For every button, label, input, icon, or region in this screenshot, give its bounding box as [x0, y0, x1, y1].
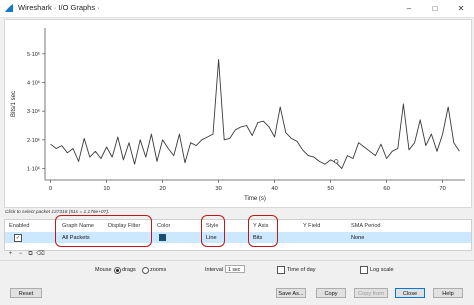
interval-select[interactable]: 1 sec	[225, 265, 245, 273]
y-axis-title: Bits/1 sec	[11, 91, 17, 117]
x-axis-title: Time (s)	[244, 196, 266, 202]
x-tick-label: 40	[271, 186, 277, 192]
drags-label[interactable]: drags	[122, 267, 136, 273]
minimize-icon[interactable]: –	[396, 0, 422, 17]
close-window-icon[interactable]: ✕	[448, 0, 474, 17]
time-of-day-label[interactable]: Time of day	[287, 267, 316, 273]
io-graphs-window: Wireshark · I/O Graphs · – □ ✕ 0 10 20 30 40…	[0, 0, 474, 305]
log-scale-checkbox[interactable]	[360, 266, 368, 274]
col-sma-period[interactable]: SMA Period	[351, 223, 381, 229]
x-tick-label: 60	[383, 186, 389, 192]
wireshark-fin-icon	[5, 4, 13, 12]
title-bar: Wireshark · I/O Graphs · – □ ✕	[0, 0, 474, 18]
mouse-label: Mouse	[95, 267, 112, 273]
add-graph-icon[interactable]: +	[6, 251, 15, 258]
col-enabled[interactable]: Enabled	[9, 223, 30, 229]
maximize-icon[interactable]: □	[422, 0, 448, 17]
col-color[interactable]: Color	[157, 223, 170, 229]
interval-label: Interval	[205, 267, 224, 273]
highlight-name-filter	[55, 215, 152, 247]
window-title: Wireshark · I/O Graphs ·	[18, 3, 100, 12]
time-of-day-checkbox[interactable]	[277, 266, 285, 274]
io-graph-plot[interactable]: 0 10 20 30 40 50 60 70 1·10⁶ 2·10⁶ 3·10⁶ 4·10⁶ 5·10⁶…	[4, 19, 472, 208]
separator	[0, 260, 474, 261]
color-swatch[interactable]	[159, 234, 166, 241]
close-button[interactable]: Close	[395, 288, 425, 298]
y-tick-label: 4·10⁶	[27, 80, 40, 86]
duplicate-graph-icon[interactable]: ⧉	[26, 251, 35, 258]
help-button[interactable]: Help	[433, 288, 463, 298]
zooms-label[interactable]: zooms	[150, 267, 166, 273]
selected-packet-marker	[334, 159, 339, 164]
x-tick-label: 70	[439, 186, 445, 192]
copy-from-button[interactable]: Copy from	[354, 288, 388, 298]
highlight-y-axis	[248, 215, 278, 247]
save-as-button[interactable]: Save As...	[276, 288, 306, 298]
graph-table: Enabled Graph Name Display Filter Color …	[4, 215, 472, 251]
graph-toolbar: + − ⧉ ⌫	[4, 250, 470, 259]
y-tick-label: 1·10⁶	[27, 167, 40, 173]
x-tick-label: 0	[49, 186, 52, 192]
copy-button[interactable]: Copy	[316, 288, 346, 298]
y-tick-label: 5·10⁶	[27, 52, 40, 58]
zooms-radio[interactable]	[142, 267, 149, 274]
y-tick-label: 3·10⁶	[27, 109, 40, 115]
io-graph-canvas[interactable]: 0 10 20 30 40 50 60 70 1·10⁶ 2·10⁶ 3·10⁶ 4·10⁶ 5·10⁶…	[5, 20, 471, 207]
series-line-all-packets	[50, 59, 460, 169]
x-tick-label: 10	[103, 186, 109, 192]
drags-radio[interactable]	[114, 267, 121, 274]
reset-button[interactable]: Reset	[10, 288, 42, 298]
col-y-field[interactable]: Y Field	[303, 223, 320, 229]
remove-graph-icon[interactable]: −	[16, 251, 25, 258]
x-tick-label: 50	[327, 186, 333, 192]
enabled-checkbox[interactable]: ✓	[14, 234, 22, 242]
y-tick-label: 2·10⁶	[27, 138, 40, 144]
dialog-buttons: Reset Save As... Copy Copy from Close He…	[0, 286, 474, 300]
x-tick-label: 30	[215, 186, 221, 192]
graph-options: Mouse drags zooms Interval 1 sec Time of…	[0, 263, 474, 277]
clear-graphs-icon[interactable]: ⌫	[36, 251, 45, 258]
x-tick-label: 20	[159, 186, 165, 192]
highlight-style	[201, 215, 225, 247]
sma-period-cell[interactable]: None	[351, 235, 364, 241]
log-scale-label[interactable]: Log scale	[370, 267, 394, 273]
